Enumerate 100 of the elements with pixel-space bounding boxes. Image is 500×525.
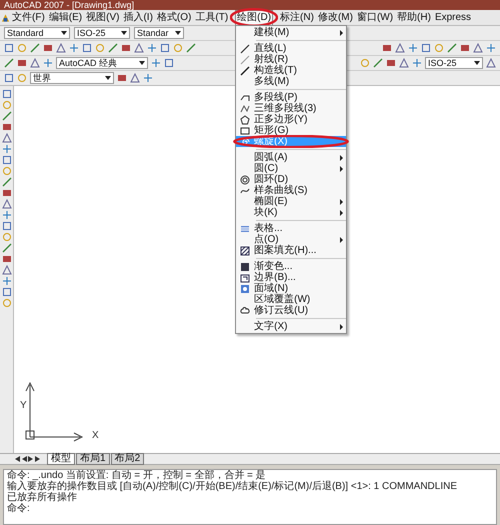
menu-item[interactable]: 射线(R) — [236, 54, 346, 65]
triangle-icon[interactable] — [2, 265, 12, 275]
workspace-dropdown[interactable]: AutoCAD 经典 — [56, 57, 148, 69]
cross-icon[interactable] — [151, 58, 161, 68]
block-icon[interactable] — [2, 122, 12, 132]
menu-title[interactable]: 格式(O) — [154, 10, 194, 26]
cross-icon[interactable] — [143, 73, 153, 83]
cross-icon[interactable] — [486, 43, 496, 53]
menu-item[interactable]: 样条曲线(S) — [236, 185, 346, 196]
triangle-icon[interactable] — [130, 73, 140, 83]
line-icon[interactable] — [373, 58, 383, 68]
text-style-dropdown[interactable]: Standard — [4, 27, 70, 39]
menu-item[interactable]: 构造线(T) — [236, 65, 346, 76]
block-icon[interactable] — [2, 188, 12, 198]
menu-item[interactable]: 正多边形(Y) — [236, 114, 346, 125]
cross-icon[interactable] — [147, 43, 157, 53]
menu-title[interactable]: 窗口(W) — [354, 10, 396, 26]
menu-item[interactable]: 直线(L) — [236, 43, 346, 54]
menu-item[interactable]: 边界(B)... — [236, 272, 346, 283]
boundary-icon — [240, 272, 250, 282]
dim-style-dropdown[interactable]: ISO-25 — [425, 57, 483, 69]
cross-icon[interactable] — [2, 144, 12, 154]
layout-tab[interactable]: 模型 — [47, 453, 75, 465]
app-icon[interactable] — [1, 12, 10, 22]
triangle-icon[interactable] — [134, 43, 144, 53]
menu-title[interactable]: 编辑(E) — [46, 10, 84, 26]
cross-icon[interactable] — [412, 58, 422, 68]
menu-title[interactable]: 标注(N) — [278, 10, 316, 26]
rectangle-icon — [240, 126, 250, 136]
square-icon[interactable] — [2, 89, 12, 99]
menu-item[interactable]: 圆环(D) — [236, 174, 346, 185]
menu-item[interactable]: 圆弧(A) — [236, 152, 346, 163]
block-icon[interactable] — [117, 73, 127, 83]
menu-title[interactable]: 插入(I) — [121, 10, 155, 26]
line-icon[interactable] — [30, 43, 40, 53]
layout-tab[interactable]: 布局2 — [110, 453, 144, 465]
menu-title[interactable]: Express — [432, 10, 474, 26]
dim-style-dropdown[interactable]: ISO-25 — [74, 27, 130, 39]
line-icon[interactable] — [2, 177, 12, 187]
block-icon[interactable] — [2, 254, 12, 264]
menu-title[interactable]: 视图(V) — [84, 10, 122, 26]
menu-item[interactable]: 多段线(P) — [236, 92, 346, 103]
ucs-dropdown[interactable]: 世界 — [30, 72, 114, 84]
line-icon[interactable] — [2, 243, 12, 253]
square-icon[interactable] — [164, 58, 174, 68]
cross-icon[interactable] — [69, 43, 79, 53]
menu-item[interactable]: 表格... — [236, 223, 346, 234]
menu-item[interactable]: 渐变色... — [236, 261, 346, 272]
square-icon[interactable] — [4, 73, 14, 83]
dropdown-arrow-icon — [120, 31, 127, 35]
line-icon[interactable] — [108, 43, 118, 53]
square-icon[interactable] — [2, 221, 12, 231]
menu-item[interactable]: 三维多段线(3) — [236, 103, 346, 114]
triangle-icon[interactable] — [2, 199, 12, 209]
cross-icon[interactable] — [2, 210, 12, 220]
hatch-icon — [240, 246, 250, 256]
line-icon[interactable] — [186, 43, 196, 53]
square-icon[interactable] — [2, 287, 12, 297]
square-icon[interactable] — [421, 43, 431, 53]
block-icon[interactable] — [17, 58, 27, 68]
triangle-icon[interactable] — [56, 43, 66, 53]
menu-item[interactable]: 文字(X) — [236, 321, 346, 332]
cross-icon[interactable] — [43, 58, 53, 68]
menu-item[interactable]: 矩形(G) — [236, 125, 346, 136]
table-style-dropdown[interactable]: Standar — [134, 27, 184, 39]
triangle-icon[interactable] — [2, 133, 12, 143]
square-icon[interactable] — [82, 43, 92, 53]
axis-label: Y — [20, 401, 27, 411]
line-icon[interactable] — [2, 111, 12, 121]
menu-item[interactable]: 块(K) — [236, 207, 346, 218]
square-icon[interactable] — [4, 43, 14, 53]
line-icon[interactable] — [447, 43, 457, 53]
command-line: 命令: — [7, 503, 31, 514]
menu-item[interactable]: 点(O) — [236, 234, 346, 245]
layout-tab[interactable]: 布局1 — [76, 453, 110, 465]
block-icon[interactable] — [121, 43, 131, 53]
menu-title[interactable]: 帮助(H) — [395, 10, 433, 26]
block-icon[interactable] — [460, 43, 470, 53]
cross-icon[interactable] — [408, 43, 418, 53]
submenu-arrow-icon — [340, 236, 344, 242]
square-icon[interactable] — [2, 155, 12, 165]
block-icon[interactable] — [43, 43, 53, 53]
menu-title[interactable]: 文件(F) — [10, 10, 47, 26]
dropdown-arrow-icon — [474, 61, 480, 65]
menu-item[interactable]: 多线(M) — [236, 76, 346, 87]
menu-item[interactable]: 修订云线(U) — [236, 305, 346, 316]
menu-title[interactable]: 修改(M) — [316, 10, 355, 26]
triangle-icon[interactable] — [30, 58, 40, 68]
cross-icon[interactable] — [2, 276, 12, 286]
menu-item[interactable]: 建模(M) — [236, 27, 346, 38]
menu-item[interactable]: 图案填充(H)... — [236, 245, 346, 256]
menu-item[interactable]: 圆(C) — [236, 163, 346, 174]
menu-item[interactable]: 椭圆(E) — [236, 196, 346, 207]
square-icon[interactable] — [160, 43, 170, 53]
dropdown-arrow-icon — [105, 76, 111, 80]
menu-title[interactable]: 工具(T) — [193, 10, 230, 26]
menu-item[interactable]: 区域覆盖(W) — [236, 294, 346, 305]
menu-item[interactable]: 面域(N) — [236, 283, 346, 294]
line-icon[interactable] — [4, 58, 14, 68]
polyline-icon — [240, 104, 250, 114]
